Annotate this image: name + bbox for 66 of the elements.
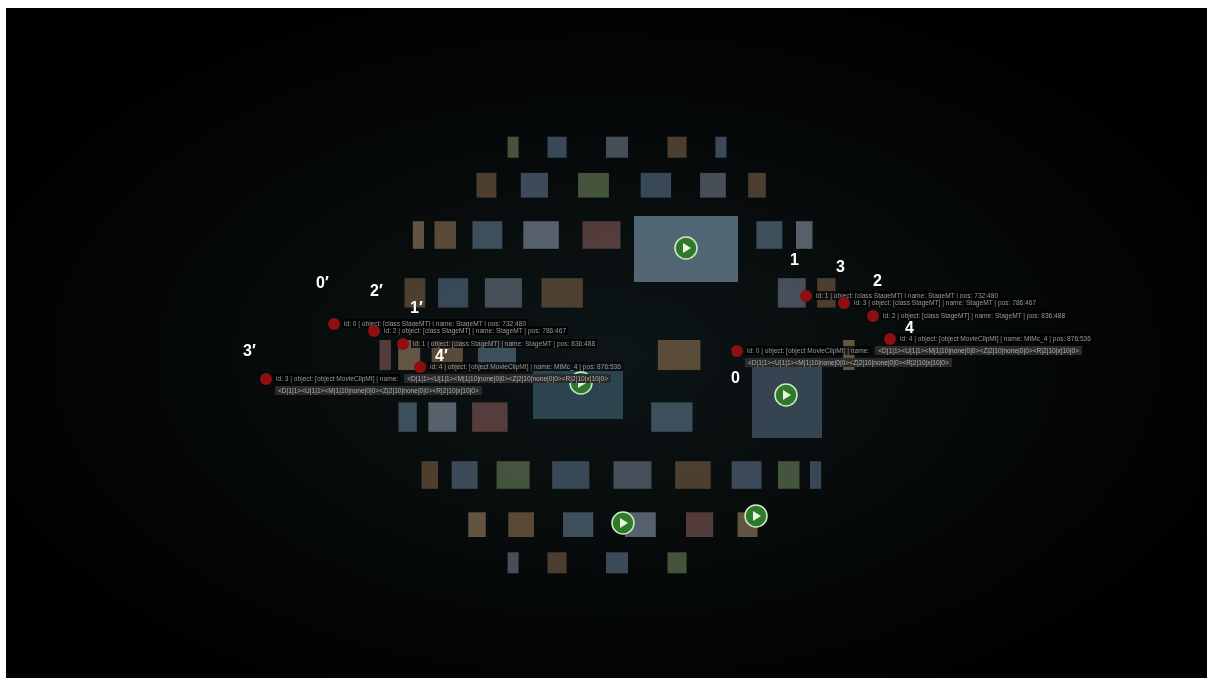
photo-placeholder (686, 512, 714, 537)
photo-placeholder (552, 461, 590, 489)
photo-placeholder (520, 172, 548, 198)
marker-number: 1′ (410, 301, 423, 315)
photo-placeholder (651, 402, 693, 432)
photo-placeholder (777, 278, 806, 308)
play-icon[interactable] (774, 383, 798, 407)
photo-placeholder (412, 221, 424, 249)
photo-placeholder (667, 552, 687, 574)
marker-number: 3′ (243, 344, 256, 358)
photo-placeholder (748, 172, 766, 198)
photo-placeholder (640, 172, 671, 198)
photo-placeholder (541, 278, 583, 308)
photo-placeholder (700, 172, 726, 198)
photo-placeholder (582, 221, 621, 249)
photo-placeholder (613, 461, 652, 489)
photo-placeholder (810, 461, 822, 489)
photo-placeholder (606, 552, 628, 574)
photo-placeholder (606, 136, 628, 158)
marker-dot (397, 338, 409, 350)
photo-placeholder (756, 221, 783, 249)
photo-placeholder (667, 136, 687, 158)
marker-dot (260, 373, 272, 385)
photo-placeholder (379, 340, 391, 370)
photo-placeholder (507, 136, 519, 158)
photo-placeholder (398, 402, 417, 432)
marker-number: 2 (873, 274, 882, 288)
photo-placeholder (428, 402, 457, 432)
marker-dot (838, 297, 850, 309)
photo-placeholder (484, 278, 522, 308)
play-icon[interactable] (611, 511, 635, 535)
marker-dot (328, 318, 340, 330)
photo-placeholder (507, 552, 519, 574)
marker-dot (731, 345, 743, 357)
marker-number: 1 (790, 253, 799, 267)
marker-number: 0 (731, 371, 740, 385)
marker-number: 4 (905, 321, 914, 335)
photo-placeholder (434, 221, 456, 249)
marker-number: 2′ (370, 284, 383, 298)
photo-placeholder (675, 461, 711, 489)
photo-placeholder (472, 402, 508, 432)
photo-placeholder (496, 461, 530, 489)
photo-placeholder (715, 136, 727, 158)
marker-dot (867, 310, 879, 322)
photo-placeholder (731, 461, 762, 489)
photo-placeholder (547, 552, 567, 574)
photo-placeholder (563, 512, 594, 537)
photo-placeholder (578, 172, 609, 198)
photo-placeholder (472, 221, 503, 249)
photo-placeholder (421, 461, 438, 489)
marker-dot (884, 333, 896, 345)
marker-number: 4′ (435, 349, 448, 363)
photo-placeholder (778, 461, 800, 489)
marker-number: 3 (836, 260, 845, 274)
photo-placeholder (451, 461, 478, 489)
photo-placeholder (438, 278, 469, 308)
photo-placeholder (476, 172, 497, 198)
marker-dot (414, 361, 426, 373)
photo-placeholder (547, 136, 567, 158)
photo-placeholder (508, 512, 534, 537)
play-icon[interactable] (744, 504, 768, 528)
photo-placeholder (796, 221, 813, 249)
marker-number: 0′ (316, 276, 329, 290)
photo-placeholder (657, 340, 701, 370)
photo-placeholder (523, 221, 559, 249)
photo-placeholder (468, 512, 486, 537)
